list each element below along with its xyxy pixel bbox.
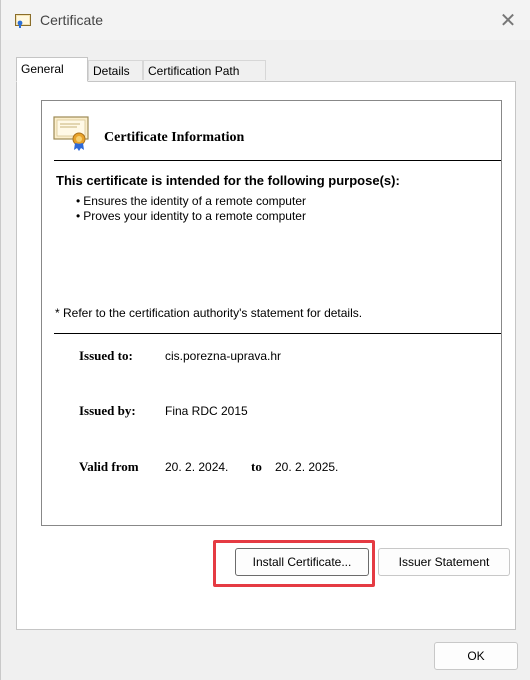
refer-note: * Refer to the certification authority's… bbox=[55, 306, 363, 320]
divider bbox=[54, 333, 501, 334]
divider bbox=[54, 160, 501, 161]
purpose-heading: This certificate is intended for the fol… bbox=[56, 173, 400, 188]
purpose-list: Ensures the identity of a remote compute… bbox=[76, 194, 306, 224]
tab-general[interactable]: General bbox=[16, 57, 88, 82]
valid-to-value: 20. 2. 2025. bbox=[275, 460, 339, 474]
close-button[interactable]: ✕ bbox=[485, 0, 530, 40]
issuer-statement-button[interactable]: Issuer Statement bbox=[378, 548, 510, 576]
list-item: Ensures the identity of a remote compute… bbox=[76, 194, 306, 209]
title-bar[interactable]: Certificate ✕ bbox=[1, 0, 530, 40]
valid-from-value: 20. 2. 2024. bbox=[165, 460, 229, 474]
valid-to-label: to bbox=[251, 459, 262, 474]
certificate-dialog: Certificate ✕ General Details Certificat… bbox=[0, 0, 530, 680]
certificate-badge-icon bbox=[53, 116, 89, 151]
ok-button[interactable]: OK bbox=[434, 642, 518, 670]
tab-details[interactable]: Details bbox=[88, 60, 143, 80]
certificate-icon bbox=[15, 14, 31, 28]
issued-to-value: cis.porezna-uprava.hr bbox=[165, 349, 282, 363]
close-icon: ✕ bbox=[499, 9, 517, 32]
certificate-information-heading: Certificate Information bbox=[104, 130, 245, 145]
certificate-information-box: Certificate Information This certificate… bbox=[41, 100, 502, 526]
install-certificate-button[interactable]: Install Certificate... bbox=[235, 548, 369, 576]
issued-to-label: Issued to: bbox=[79, 348, 133, 363]
valid-from-label: Valid from bbox=[79, 459, 139, 474]
window-title: Certificate bbox=[40, 12, 104, 28]
issued-by-value: Fina RDC 2015 bbox=[165, 404, 248, 418]
list-item: Proves your identity to a remote compute… bbox=[76, 209, 306, 224]
tab-certification-path[interactable]: Certification Path bbox=[143, 60, 266, 80]
issued-by-label: Issued by: bbox=[79, 403, 136, 418]
